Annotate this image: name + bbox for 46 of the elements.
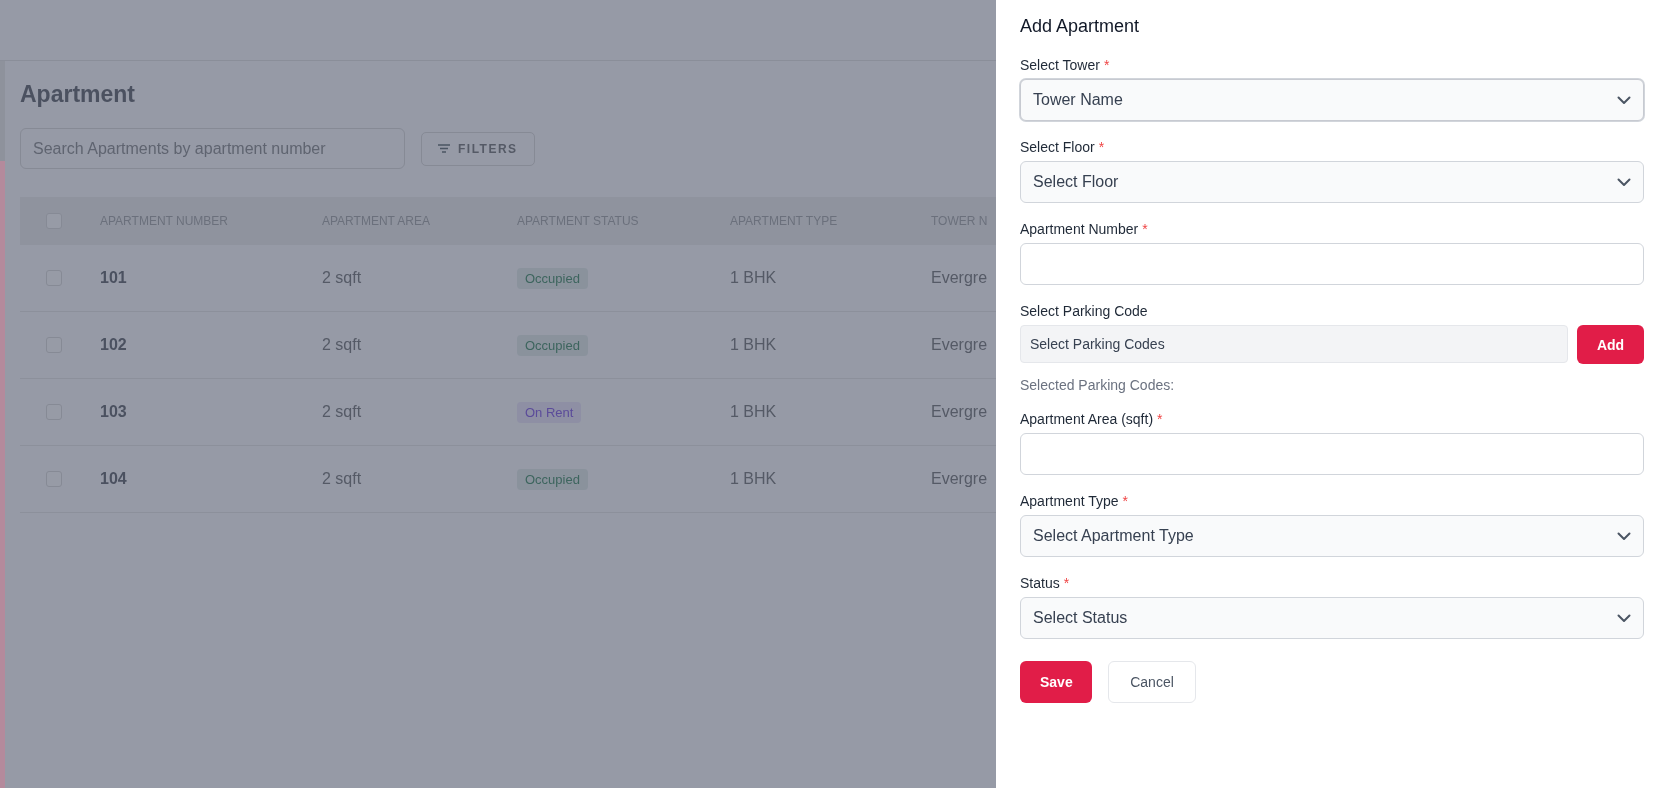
status-badge: Occupied bbox=[517, 468, 588, 490]
table-cell-text: 1 BHK bbox=[730, 403, 778, 421]
page-title: Apartment bbox=[20, 81, 136, 108]
table-cell-text: 1 BHK bbox=[730, 269, 778, 287]
table-cell-text: 103 bbox=[100, 403, 128, 421]
table-cell-text: 1 BHK bbox=[730, 470, 778, 488]
table-cell-text: 102 bbox=[100, 336, 128, 354]
parking-code-select[interactable]: Select Parking Codes bbox=[1020, 325, 1568, 363]
field-label: Select Parking Code bbox=[1020, 303, 1149, 319]
cancel-button[interactable]: Cancel bbox=[1108, 661, 1196, 703]
select-field[interactable]: Select Floor bbox=[1020, 161, 1644, 203]
table-cell-text: 1 BHK bbox=[730, 336, 778, 354]
table-cell-text: Evergre bbox=[931, 403, 989, 421]
table-cell-text: 104 bbox=[100, 470, 128, 488]
field-label: Apartment Number * bbox=[1020, 221, 1149, 237]
field-label: Status * bbox=[1020, 575, 1071, 591]
field-label: Select Floor * bbox=[1020, 139, 1106, 155]
table-cell-text: 101 bbox=[100, 269, 128, 287]
table-cell-text: 2 sqft bbox=[322, 269, 363, 287]
chevron-down-icon bbox=[1617, 531, 1631, 541]
table-cell-text: 2 sqft bbox=[322, 336, 363, 354]
field-label: Select Tower * bbox=[1020, 57, 1111, 73]
filters-button[interactable]: FILTERS bbox=[421, 131, 535, 166]
table-cell-text: Evergre bbox=[931, 336, 989, 354]
select-field[interactable]: Select Status bbox=[1020, 597, 1644, 639]
table-cell-text: Evergre bbox=[931, 269, 989, 287]
select-field[interactable]: Tower Name bbox=[1020, 79, 1644, 121]
table-cell-text: Evergre bbox=[931, 470, 989, 488]
filter-icon bbox=[438, 144, 450, 153]
save-button[interactable]: Save bbox=[1020, 661, 1092, 703]
status-badge: Occupied bbox=[517, 267, 588, 289]
field-label: Apartment Type * bbox=[1020, 493, 1130, 509]
add-button[interactable]: Add bbox=[1577, 325, 1644, 364]
status-badge: On Rent bbox=[517, 401, 582, 423]
select-field[interactable]: Select Apartment Type bbox=[1020, 515, 1644, 557]
chevron-down-icon bbox=[1617, 95, 1631, 105]
status-badge: Occupied bbox=[517, 334, 588, 356]
chevron-down-icon bbox=[1617, 177, 1631, 187]
table-cell-text: 2 sqft bbox=[322, 403, 363, 421]
chevron-down-icon bbox=[1617, 613, 1631, 623]
input-field[interactable] bbox=[1020, 243, 1644, 285]
table-cell-text: 2 sqft bbox=[322, 470, 363, 488]
selected-codes-note: Selected Parking Codes: bbox=[1020, 377, 1176, 393]
drawer-title: Add Apartment bbox=[1020, 16, 1141, 37]
input-field[interactable] bbox=[1020, 433, 1644, 475]
field-label: Apartment Area (sqft) * bbox=[1020, 411, 1164, 427]
